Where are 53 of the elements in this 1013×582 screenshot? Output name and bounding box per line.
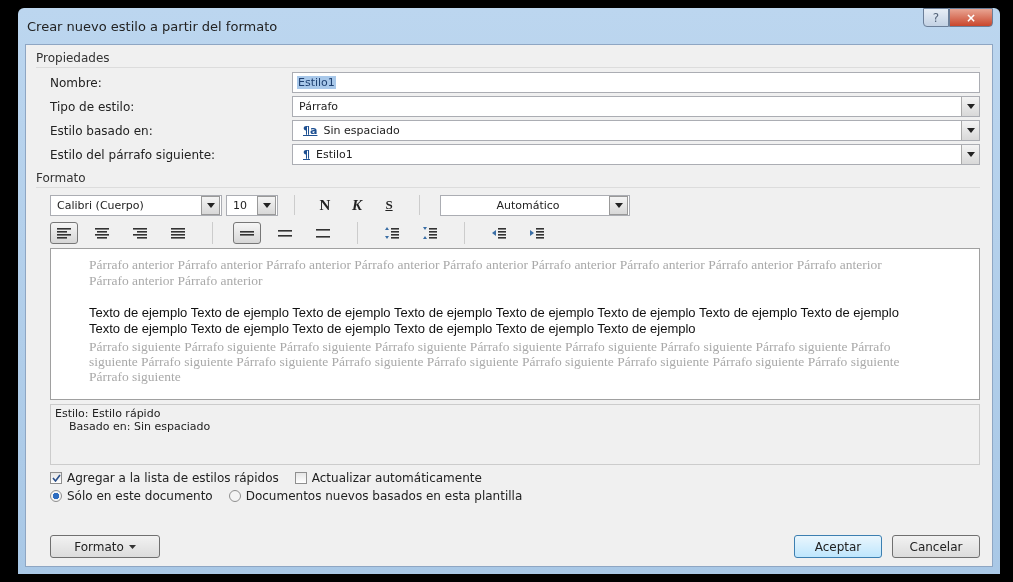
caret-icon: [614, 202, 623, 208]
radio-button[interactable]: [50, 490, 62, 502]
italic-button[interactable]: K: [343, 194, 371, 216]
group-label: Formato: [36, 171, 980, 188]
field-label: Tipo de estilo:: [50, 99, 136, 114]
space-after-icon: [423, 226, 437, 240]
ok-button[interactable]: Aceptar: [794, 535, 882, 558]
caret-icon: [262, 202, 271, 208]
check-icon: [51, 474, 61, 482]
radio-label: Documentos nuevos basados en esta plantilla: [245, 489, 523, 503]
help-button[interactable]: ?: [923, 8, 949, 27]
dropdown[interactable]: ¶ Estilo1: [292, 144, 980, 165]
caret-icon: [966, 128, 975, 133]
description-text: Basado en: Sin espaciado: [68, 420, 212, 433]
window-title: Crear nuevo estilo a partir del formato: [26, 18, 278, 34]
checkbox-label: Actualizar automáticamente: [311, 471, 482, 485]
dropdown[interactable]: ¶a Sin espaciado: [292, 120, 980, 141]
radio-label: Sólo en este documento: [67, 489, 213, 503]
align-center-icon: [95, 226, 109, 240]
previous-paragraph-text: Párrafo anterior Párrafo anterior Párrafo anterior Párrafo anterior Párrafo anterior Párrafo anterior Párrafo anterior Párrafo anterior Párrafo anterior Párrafo anterior Párrafo anterior: [89, 257, 883, 289]
cancel-button[interactable]: Cancelar: [892, 535, 980, 558]
checkbox-label: Agregar a la lista de estilos rápidos: [67, 471, 279, 485]
align-left-button[interactable]: [50, 222, 78, 244]
checkbox[interactable]: [50, 472, 62, 484]
sample-text: Texto de ejemplo Texto de ejemplo Texto de ejemplo Texto de ejemplo Texto de ejemplo Texto de ejemplo Texto de ejemplo Texto de ejemplo Texto de ejemplo Texto de ejemplo Texto de ejemplo Texto de ejemplo Texto de ejemplo Texto de ejemplo: [89, 305, 900, 337]
field-label: Estilo basado en:: [50, 123, 154, 138]
field-label: Nombre:: [50, 75, 103, 90]
space-before-icon: [385, 226, 399, 240]
align-right-icon: [133, 226, 147, 240]
color-dropdown[interactable]: Automático: [440, 194, 630, 216]
caret-icon: [128, 544, 136, 549]
double-spacing-icon: [316, 226, 330, 240]
font-dropdown[interactable]: Calibri (Cuerpo): [50, 194, 222, 216]
dropdown[interactable]: Párrafo: [292, 96, 980, 117]
format-menu-button[interactable]: Formato: [50, 535, 160, 558]
caret-icon: [966, 152, 975, 157]
size-dropdown[interactable]: 10: [226, 194, 278, 216]
checkbox[interactable]: [294, 472, 307, 484]
field-label: Estilo del párrafo siguiente:: [50, 147, 217, 162]
description-text: Estilo: Estilo rápido: [55, 407, 162, 420]
caret-icon: [966, 104, 975, 109]
underline-button[interactable]: S: [375, 194, 403, 216]
single-spacing-button[interactable]: [233, 222, 261, 244]
radio-button[interactable]: [228, 490, 241, 502]
caret-icon: [206, 202, 215, 208]
following-paragraph-text: Párrafo siguiente Párrafo siguiente Párrafo siguiente Párrafo siguiente Párrafo siguiente Párrafo siguiente Párrafo siguiente Párrafo siguiente Párrafo siguiente Párrafo siguiente Párrafo siguiente Párrafo siguiente Párrafo siguiente Párrafo siguiente Párrafo siguiente Párrafo siguiente Párrafo siguiente Párrafo siguiente: [89, 339, 901, 384]
align-left-icon: [57, 226, 71, 240]
group-label: Propiedades: [36, 51, 980, 68]
bold-button[interactable]: N: [311, 194, 339, 216]
decrease-indent-icon: [492, 226, 506, 240]
justify-icon: [171, 226, 185, 240]
name-field[interactable]: Estilo1: [292, 72, 980, 93]
increase-indent-icon: [530, 226, 544, 240]
